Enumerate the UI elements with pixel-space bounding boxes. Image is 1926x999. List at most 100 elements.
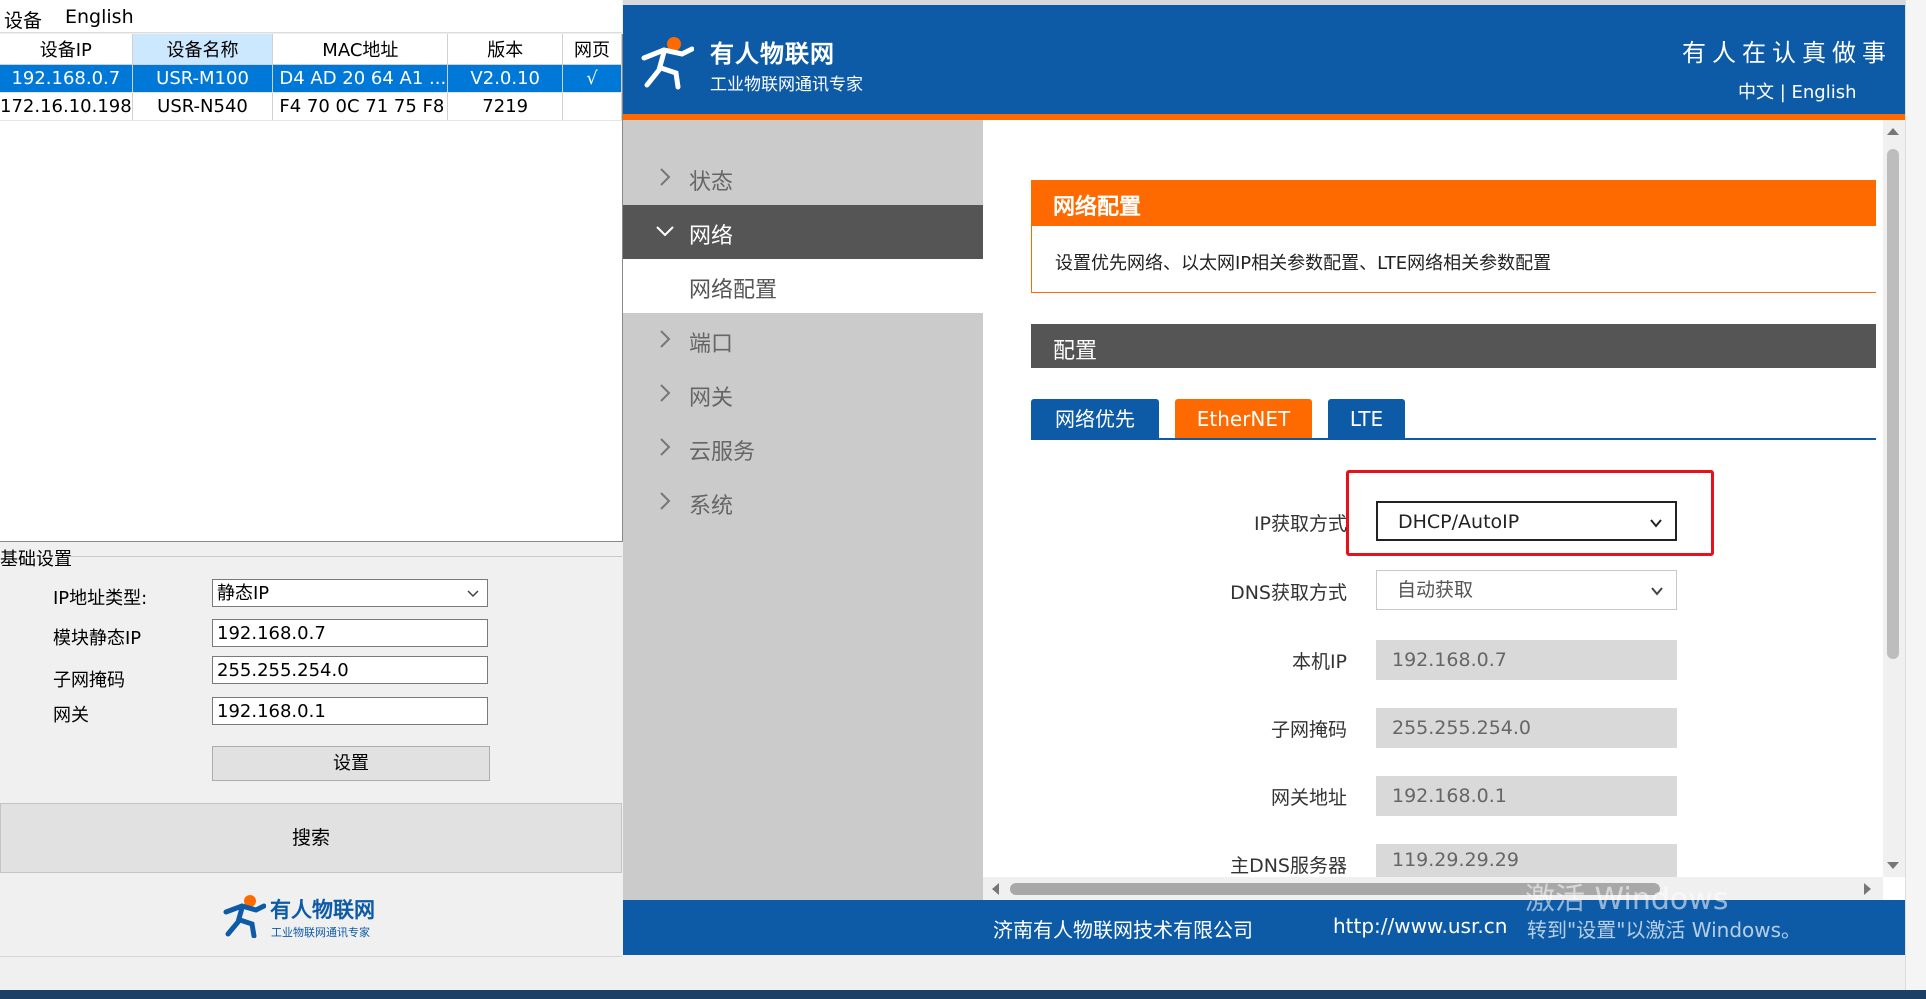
chevron-down-icon	[467, 590, 479, 598]
table-row[interactable]: 192.168.0.7 USR-M100 D4 AD 20 64 A1 ... …	[0, 64, 622, 93]
cell-mac: D4 AD 20 64 A1 ...	[272, 64, 449, 93]
slogan: 有人在认真做事	[1682, 39, 1892, 67]
sidebar-item-status[interactable]: 状态	[623, 151, 983, 205]
ip-type-value: 静态IP	[217, 583, 270, 604]
scroll-down-icon[interactable]	[1886, 861, 1900, 871]
set-button[interactable]: 设置	[212, 746, 490, 781]
local-ip-field: 192.168.0.7	[1376, 640, 1677, 680]
chevron-down-icon	[1651, 587, 1663, 596]
gateway-address-label: 网关地址	[1270, 787, 1347, 809]
subnet-input[interactable]: 255.255.254.0	[212, 656, 488, 684]
cell-ip: 192.168.0.7	[0, 64, 133, 93]
gateway-label: 网关	[53, 705, 89, 726]
cell-name: USR-N540	[132, 92, 274, 121]
primary-dns-field: 119.29.29.29	[1376, 844, 1677, 877]
sidebar-item-label: 系统	[689, 494, 734, 519]
cell-version: V2.0.10	[447, 64, 564, 93]
sidebar-item-label: 网络	[689, 224, 734, 249]
tab-ethernet[interactable]: EtherNET	[1175, 399, 1312, 439]
vertical-scroll-thumb[interactable]	[1887, 149, 1899, 659]
static-ip-label: 模块静态IP	[53, 628, 142, 649]
table-header-row: 设备IP 设备名称 MAC地址 版本 网页	[0, 34, 622, 65]
runner-logo-icon	[641, 37, 694, 90]
chevron-down-icon	[1650, 519, 1662, 528]
language-switch[interactable]: 中文 | English	[1738, 78, 1857, 104]
ip-mode-value: DHCP/AutoIP	[1398, 511, 1520, 533]
dns-mode-select[interactable]: 自动获取	[1376, 570, 1677, 610]
tab-underline	[1031, 438, 1876, 440]
logo-title: 有人物联网	[270, 898, 375, 922]
group-divider	[66, 556, 622, 557]
chevron-right-icon	[660, 492, 671, 510]
chevron-right-icon	[660, 384, 671, 402]
panel-title: 网络配置	[1053, 195, 1142, 220]
sidebar-item-label: 网络配置	[689, 278, 778, 303]
ip-mode-select[interactable]: DHCP/AutoIP	[1376, 501, 1677, 541]
brand-subtitle: 工业物联网通讯专家	[710, 75, 863, 95]
dns-mode-label: DNS获取方式	[1230, 582, 1347, 604]
scroll-up-icon[interactable]	[1886, 126, 1900, 136]
activation-watermark-title: 激活 Windows	[1525, 882, 1729, 917]
sidebar-item-system[interactable]: 系统	[623, 475, 983, 529]
sidebar-item-network-config[interactable]: 网络配置	[623, 259, 983, 313]
panel-description: 设置优先网络、以太网IP相关参数配置、LTE网络相关参数配置	[1055, 253, 1552, 274]
chevron-down-icon	[656, 226, 674, 237]
cell-web	[562, 92, 622, 121]
subnet-label: 子网掩码	[53, 670, 125, 691]
menu-bar: 设备 English	[0, 0, 622, 33]
col-header-name[interactable]: 设备名称	[132, 34, 274, 65]
footer-company: 济南有人物联网技术有限公司	[993, 918, 1253, 942]
scroll-left-icon[interactable]	[990, 882, 1000, 896]
static-ip-input[interactable]: 192.168.0.7	[212, 619, 488, 647]
sidebar-item-cloud[interactable]: 云服务	[623, 421, 983, 475]
subnet-mask-label: 子网掩码	[1270, 719, 1347, 741]
col-header-version[interactable]: 版本	[447, 34, 564, 65]
brand-title: 有人物联网	[710, 40, 835, 68]
taskbar	[0, 990, 1926, 999]
dns-mode-value: 自动获取	[1397, 579, 1474, 601]
col-header-mac[interactable]: MAC地址	[272, 34, 449, 65]
config-header	[1031, 324, 1876, 368]
table-row[interactable]: 172.16.10.198 USR-N540 F4 70 0C 71 75 F8…	[0, 92, 622, 121]
col-header-web[interactable]: 网页	[562, 34, 622, 65]
cell-ip: 172.16.10.198	[0, 92, 133, 121]
gateway-address-field: 192.168.0.1	[1376, 776, 1677, 816]
right-edge-strip	[1905, 0, 1926, 999]
sidebar-item-label: 状态	[689, 170, 734, 195]
col-header-ip[interactable]: 设备IP	[0, 34, 133, 65]
footer-url[interactable]: http://www.usr.cn	[1333, 914, 1507, 938]
cell-version: 7219	[447, 92, 564, 121]
chevron-right-icon	[660, 438, 671, 456]
sidebar-item-port[interactable]: 端口	[623, 313, 983, 367]
tab-lte[interactable]: LTE	[1328, 399, 1405, 439]
sidebar-item-network[interactable]: 网络	[623, 205, 983, 259]
activation-watermark-text: 转到"设置"以激活 Windows。	[1527, 918, 1802, 942]
device-table: 设备IP 设备名称 MAC地址 版本 网页 192.168.0.7 USR-M1…	[0, 34, 622, 121]
subnet-mask-field: 255.255.254.0	[1376, 708, 1677, 748]
sidebar: 状态 网络 网络配置 端口 网关 云服务 系统	[623, 120, 983, 900]
sidebar-item-label: 端口	[689, 332, 734, 357]
menu-device[interactable]: 设备	[4, 6, 42, 33]
ip-type-label: IP地址类型:	[53, 588, 148, 609]
device-list: 设备IP 设备名称 MAC地址 版本 网页 192.168.0.7 USR-M1…	[0, 34, 623, 542]
ip-type-select[interactable]: 静态IP	[212, 579, 488, 607]
divider	[0, 956, 622, 957]
sidebar-item-gateway[interactable]: 网关	[623, 367, 983, 421]
menu-english[interactable]: English	[65, 6, 134, 28]
local-ip-label: 本机IP	[1291, 651, 1347, 673]
logo-subtitle: 工业物联网通讯专家	[271, 926, 370, 939]
search-button[interactable]: 搜索	[0, 803, 622, 873]
panel-header	[1031, 180, 1876, 226]
gateway-input[interactable]: 192.168.0.1	[212, 697, 488, 725]
chevron-right-icon	[660, 330, 671, 348]
usr-logo: 有人物联网 工业物联网通讯专家	[220, 888, 420, 944]
cell-web: √	[562, 64, 622, 93]
cell-mac: F4 70 0C 71 75 F8	[272, 92, 449, 121]
config-title: 配置	[1053, 339, 1098, 364]
basic-settings-title: 基础设置	[0, 549, 72, 570]
scroll-right-icon[interactable]	[1863, 882, 1873, 896]
tab-network-priority[interactable]: 网络优先	[1031, 399, 1159, 439]
cell-name: USR-M100	[132, 64, 274, 93]
sidebar-item-label: 网关	[689, 386, 734, 411]
primary-dns-label: 主DNS服务器	[1230, 855, 1347, 877]
